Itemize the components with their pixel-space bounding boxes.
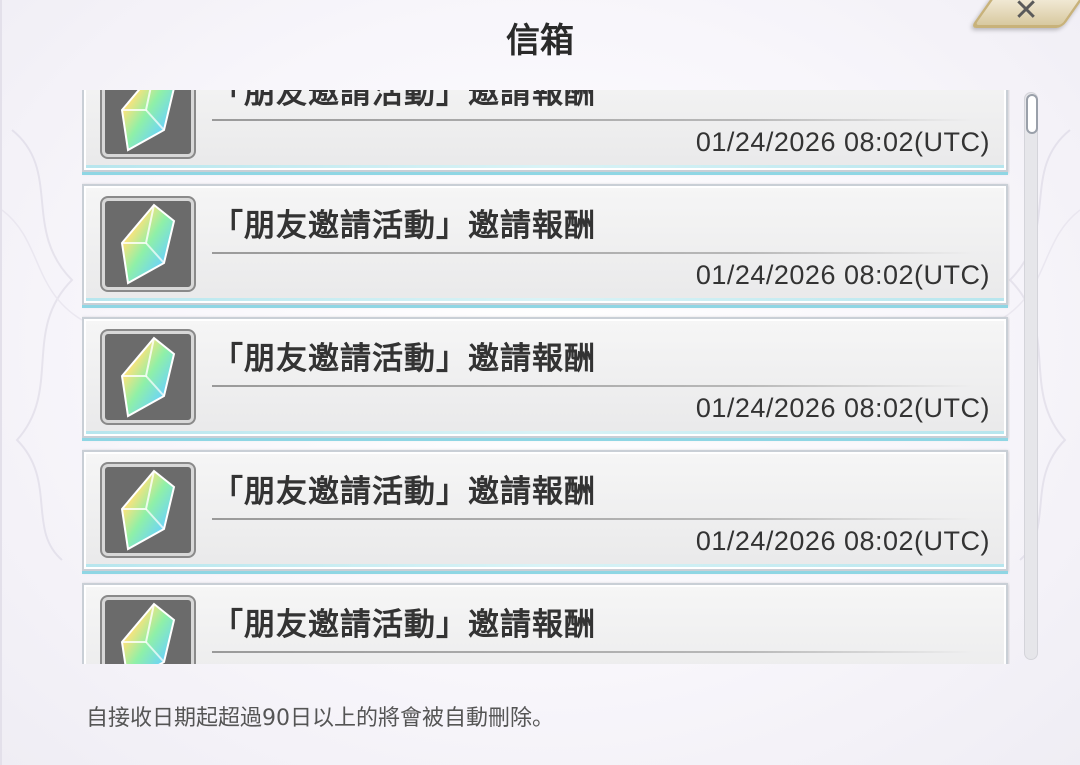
mail-title: 「朋友邀請活動」邀請報酬 [212, 208, 596, 244]
mail-date: 01/24/2026 08:02(UTC) [695, 526, 990, 556]
mail-item[interactable]: 「朋友邀請活動」邀請報酬 01/24/2026 08:02(UTC) [82, 90, 1008, 172]
decorative-flourish-left [2, 129, 83, 561]
rainbow-crystal-icon [102, 331, 194, 423]
divider [212, 385, 974, 387]
auto-delete-notice: 自接收日期起超過90日以上的將會被自動刪除。 [86, 706, 554, 731]
mail-list[interactable]: 「朋友邀請活動」邀請報酬 01/24/2026 08:02(UTC) 「朋友邀請活動… [82, 90, 1010, 664]
mail-item[interactable]: 「朋友邀請活動」邀請報酬 [82, 583, 1008, 664]
close-icon[interactable]: ✕ [1013, 0, 1038, 28]
mail-item[interactable]: 「朋友邀請活動」邀請報酬 01/24/2026 08:02(UTC) [82, 184, 1008, 305]
rainbow-crystal-icon [102, 597, 194, 664]
mail-item[interactable]: 「朋友邀請活動」邀請報酬 01/24/2026 08:02(UTC) [82, 317, 1008, 438]
scrollbar-track[interactable] [1024, 92, 1038, 660]
mail-title: 「朋友邀請活動」邀請報酬 [212, 474, 596, 510]
close-button[interactable]: ✕ [970, 0, 1080, 28]
divider [212, 252, 974, 254]
mail-date: 01/24/2026 08:02(UTC) [695, 127, 990, 157]
mail-title: 「朋友邀請活動」邀請報酬 [212, 607, 596, 643]
divider [212, 518, 974, 520]
divider [212, 651, 974, 653]
rainbow-crystal-icon [102, 464, 194, 556]
scrollbar-thumb[interactable] [1026, 94, 1038, 134]
mail-title: 「朋友邀請活動」邀請報酬 [212, 90, 596, 111]
rainbow-crystal-icon [102, 90, 194, 157]
mail-date: 01/24/2026 08:02(UTC) [695, 393, 990, 423]
page-title: 信箱 [506, 21, 574, 61]
mail-title: 「朋友邀請活動」邀請報酬 [212, 341, 596, 377]
divider [212, 119, 974, 121]
rainbow-crystal-icon [102, 198, 194, 290]
mail-date: 01/24/2026 08:02(UTC) [695, 260, 990, 290]
mail-item[interactable]: 「朋友邀請活動」邀請報酬 01/24/2026 08:02(UTC) [82, 450, 1008, 571]
